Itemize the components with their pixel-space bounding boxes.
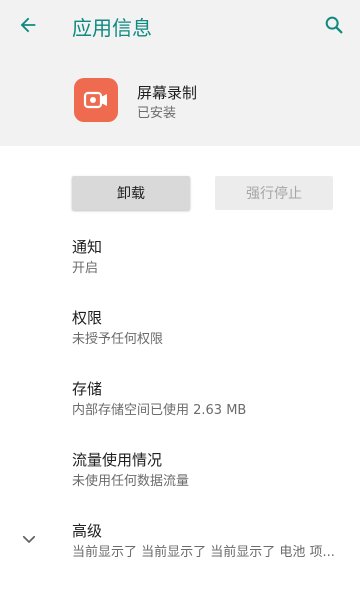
setting-data-usage[interactable]: 流量使用情况 未使用任何数据流量	[72, 450, 352, 491]
page-title: 应用信息	[72, 16, 152, 40]
force-stop-button[interactable]: 强行停止	[215, 176, 333, 210]
setting-title: 权限	[72, 309, 103, 327]
video-camera-icon	[83, 91, 107, 109]
setting-summary: 当前显示了 当前显示了 当前显示了 电池 项...	[72, 545, 335, 560]
app-name: 屏幕录制	[137, 84, 198, 102]
setting-summary: 开启	[72, 261, 99, 276]
app-bar: 应用信息	[0, 0, 360, 50]
chevron-down-icon[interactable]	[18, 528, 40, 550]
screen-recorder-app-icon	[74, 78, 118, 122]
setting-permissions[interactable]: 权限 未授予任何权限	[72, 308, 352, 349]
setting-advanced[interactable]: 高级 当前显示了 当前显示了 当前显示了 电池 项...	[72, 521, 352, 562]
setting-summary: 未授予任何权限	[72, 332, 164, 347]
app-header: 屏幕录制 已安装	[0, 50, 360, 146]
setting-summary: 内部存储空间已使用 2.63 MB	[72, 403, 247, 418]
arrow-back-icon	[20, 17, 36, 33]
app-install-status: 已安装	[137, 106, 177, 121]
back-button[interactable]	[12, 9, 44, 41]
setting-title: 通知	[72, 238, 103, 256]
search-icon	[325, 16, 343, 34]
setting-summary: 未使用任何数据流量	[72, 474, 190, 489]
setting-storage[interactable]: 存储 内部存储空间已使用 2.63 MB	[72, 379, 352, 420]
setting-title: 高级	[72, 522, 103, 540]
search-button[interactable]	[318, 9, 350, 41]
setting-title: 存储	[72, 380, 103, 398]
setting-title: 流量使用情况	[72, 451, 163, 469]
uninstall-button[interactable]: 卸载	[72, 176, 190, 210]
setting-notifications[interactable]: 通知 开启	[72, 237, 352, 278]
